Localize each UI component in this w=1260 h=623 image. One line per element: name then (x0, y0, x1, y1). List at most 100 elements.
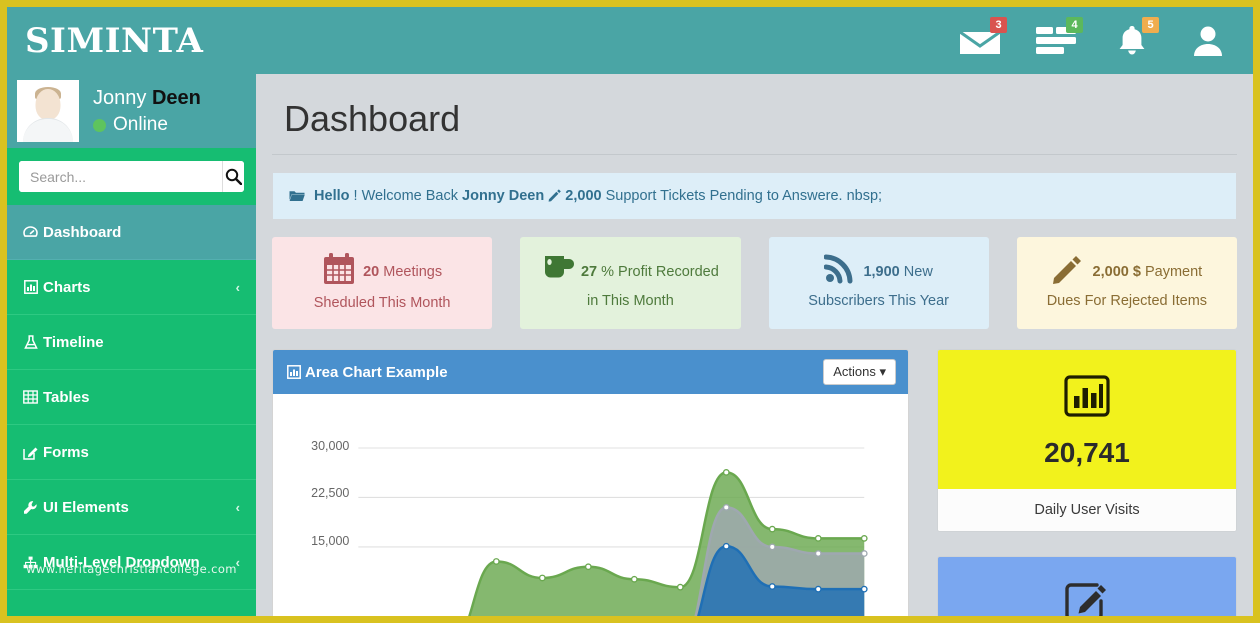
stat-line2: Subscribers This Year (808, 291, 949, 312)
alert-hello: Hello (314, 188, 349, 204)
sidebar-item-tables[interactable]: Tables (7, 370, 256, 425)
stat-unit: Meetings (383, 264, 442, 280)
stat-line2: in This Month (587, 291, 674, 312)
user-menu-button[interactable] (1185, 19, 1231, 63)
flask-icon (21, 335, 40, 350)
edit-icon (21, 445, 40, 460)
stat-card-profit[interactable]: 27 % Profit Recorded in This Month (520, 237, 740, 329)
alerts-badge: 5 (1142, 17, 1159, 33)
pencil-icon (548, 188, 565, 204)
profile-last-name: Deen (152, 87, 201, 109)
stat-unit: % Profit Recorded (601, 264, 719, 280)
online-dot-icon (93, 119, 106, 132)
profile-first-name: Jonny (93, 87, 152, 109)
stat-card-row: 20 Meetings Sheduled This Month 27 % Pro… (272, 237, 1237, 329)
alert-user: Jonny Deen (462, 188, 544, 204)
sidebar-item-label: Dashboard (43, 224, 121, 241)
panel-title: Area Chart Example (305, 364, 448, 381)
area-chart[interactable] (273, 394, 908, 616)
sidebar: Jonny Deen Online (7, 74, 256, 616)
avatar (17, 80, 79, 142)
stat-unit: Payment (1145, 264, 1202, 280)
sidebar-item-timeline[interactable]: Timeline (7, 315, 256, 370)
sidebar-profile[interactable]: Jonny Deen Online (7, 74, 256, 148)
bar-chart-box-icon (1064, 374, 1110, 423)
right-widget-column: 20,741 Daily User Visits (937, 349, 1237, 616)
calendar-icon (322, 252, 356, 293)
widget-daily-user-visits[interactable]: 20,741 Daily User Visits (937, 349, 1237, 532)
app-frame: SIMINTA 3 4 (0, 0, 1260, 623)
stat-card-payment-dues[interactable]: 2,000 $ Payment Dues For Rejected Items (1017, 237, 1237, 329)
bar-chart-icon (287, 364, 301, 381)
tasks-button[interactable]: 4 (1033, 19, 1079, 63)
messages-button[interactable]: 3 (957, 19, 1003, 63)
alert-count: 2,000 (565, 188, 601, 204)
stat-card-meetings[interactable]: 20 Meetings Sheduled This Month (272, 237, 492, 329)
wrench-icon (21, 500, 40, 515)
edit-square-icon (1064, 581, 1110, 616)
messages-badge: 3 (990, 17, 1007, 33)
sidebar-item-dashboard[interactable]: Dashboard (7, 205, 256, 260)
header-icon-group: 3 4 5 (957, 19, 1231, 63)
sidebar-item-label: Timeline (43, 334, 104, 351)
chart-y-tick-label: 30,000 (311, 439, 358, 453)
chevron-left-icon: ‹ (236, 280, 240, 295)
main-content: Dashboard Hello ! Welcome Back Jonny Dee… (256, 74, 1253, 616)
profile-status-label: Online (113, 114, 168, 136)
stat-line2: Dues For Rejected Items (1047, 291, 1207, 312)
stat-value: 1,900 (863, 264, 899, 280)
top-header: SIMINTA 3 4 (7, 0, 1253, 74)
stat-line2: Sheduled This Month (314, 293, 451, 314)
lower-row: Area Chart Example Actions ▾ 15,000 22,50… (272, 349, 1237, 616)
pencil-icon (1052, 254, 1086, 291)
coffee-icon (542, 254, 574, 291)
chevron-left-icon: ‹ (236, 500, 240, 515)
bar-chart-icon (21, 280, 40, 294)
rss-icon (824, 254, 856, 291)
widget-number: 20,741 (1044, 437, 1130, 469)
sidebar-item-label: Tables (43, 389, 89, 406)
search-button[interactable] (222, 161, 244, 192)
stat-value: 2,000 $ (1093, 264, 1141, 280)
sidebar-item-forms[interactable]: Forms (7, 425, 256, 480)
alerts-button[interactable]: 5 (1109, 19, 1155, 63)
sidebar-item-multi-level-dropdown[interactable]: Multi-Level Dropdown ‹ (7, 535, 256, 590)
actions-dropdown-button[interactable]: Actions ▾ (823, 359, 896, 385)
actions-label: Actions (833, 364, 876, 379)
sidebar-item-label: UI Elements (43, 499, 129, 516)
profile-name: Jonny Deen (93, 86, 201, 111)
stat-card-subscribers[interactable]: 1,900 New Subscribers This Year (769, 237, 989, 329)
alert-tail: Support Tickets Pending to Answere. nbsp… (602, 188, 883, 204)
dashboard-icon (21, 226, 40, 239)
stat-value: 20 (363, 264, 379, 280)
page-title: Dashboard (272, 74, 1237, 155)
sitemap-icon (21, 556, 40, 569)
search-input[interactable] (19, 161, 222, 192)
brand-logo[interactable]: SIMINTA (25, 21, 203, 61)
chevron-left-icon: ‹ (236, 555, 240, 570)
welcome-alert: Hello ! Welcome Back Jonny Deen 2,000 Su… (273, 173, 1236, 219)
widget-secondary[interactable] (937, 556, 1237, 616)
area-chart-panel: Area Chart Example Actions ▾ 15,000 22,50… (272, 349, 909, 616)
caret-down-icon: ▾ (879, 364, 886, 379)
sidebar-search (7, 148, 256, 205)
sidebar-item-label: Charts (43, 279, 91, 296)
stat-unit: New (904, 264, 933, 280)
search-icon (225, 168, 242, 185)
sidebar-item-ui-elements[interactable]: UI Elements ‹ (7, 480, 256, 535)
chart-y-tick-label: 15,000 (311, 534, 358, 548)
table-icon (21, 390, 40, 404)
chart-y-tick-label: 22,500 (311, 486, 358, 500)
panel-header: Area Chart Example Actions ▾ (273, 350, 908, 394)
profile-status: Online (93, 114, 201, 136)
sidebar-item-charts[interactable]: Charts ‹ (7, 260, 256, 315)
panel-body: 15,000 22,500 30,000 (273, 394, 908, 616)
user-icon (1189, 22, 1227, 60)
sidebar-item-label: Multi-Level Dropdown (43, 554, 200, 571)
sidebar-item-label: Forms (43, 444, 89, 461)
folder-open-icon (289, 188, 309, 204)
alert-mid: ! Welcome Back (349, 188, 462, 204)
tasks-badge: 4 (1066, 17, 1083, 33)
sidebar-menu: Dashboard Charts ‹ Timeline Tables (7, 205, 256, 590)
stat-value: 27 (581, 264, 597, 280)
